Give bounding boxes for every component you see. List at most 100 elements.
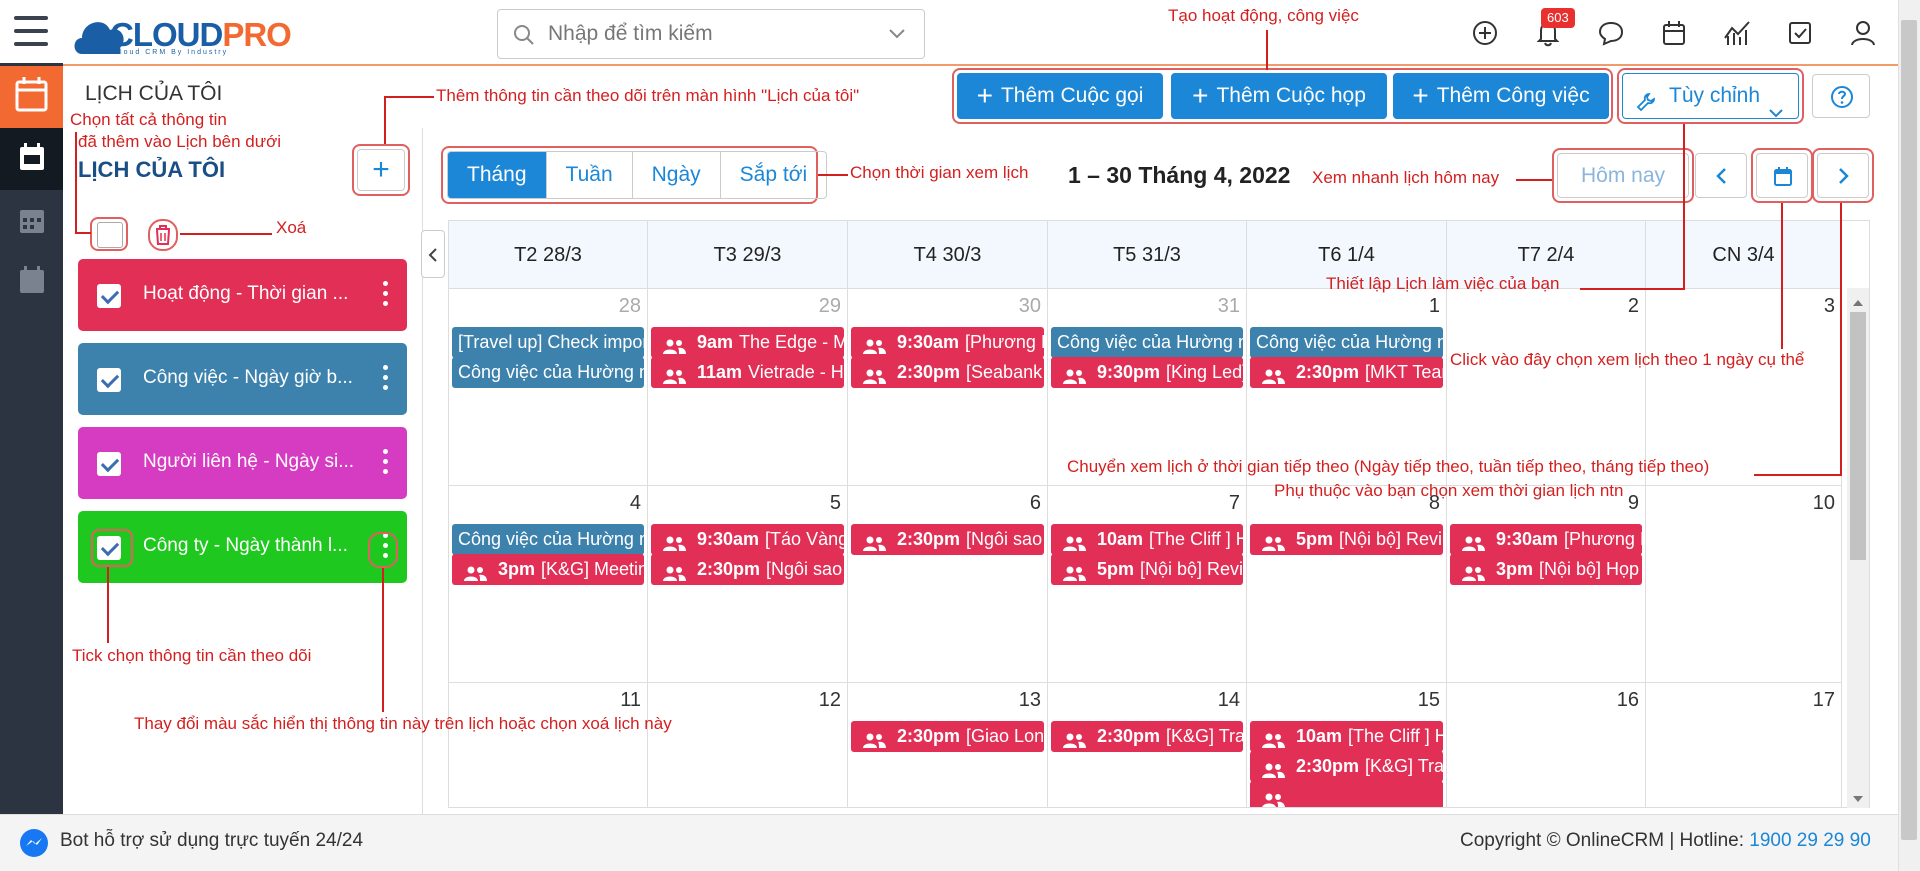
trash-icon[interactable]: [153, 224, 173, 251]
search-input[interactable]: [548, 10, 878, 58]
day-number[interactable]: 30: [1019, 295, 1041, 318]
meeting-event[interactable]: 9:30pm [King Led]: [1051, 357, 1243, 388]
support-bot-text[interactable]: Bot hỗ trợ sử dụng trực tuyến 24/24: [60, 830, 363, 852]
day-number[interactable]: 17: [1813, 689, 1835, 712]
meeting-event[interactable]: 10am [The Cliff ] H: [1051, 524, 1243, 555]
task-check-icon[interactable]: [1785, 18, 1815, 48]
day-number[interactable]: 10: [1813, 492, 1835, 515]
add-circle-icon[interactable]: [1470, 18, 1500, 48]
rail-my-calendar-icon[interactable]: [0, 128, 63, 190]
calendar-item-activity[interactable]: Hoạt động - Thời gian ...: [78, 259, 407, 331]
day-cell[interactable]: 6 2:30pm [Ngôi sao: [848, 486, 1048, 683]
meeting-event[interactable]: 2:30pm [Ngôi sao: [651, 554, 844, 585]
day-cell[interactable]: 15 10am [The Cliff ] H 2:30pm [K&G] Tra: [1247, 683, 1447, 807]
rail-calendar-grid-icon[interactable]: [0, 198, 63, 248]
day-cell[interactable]: 11: [449, 683, 648, 807]
day-number[interactable]: 14: [1218, 689, 1240, 712]
day-cell[interactable]: 4 Công việc của Hường n 3pm [K&G] Meetin: [449, 486, 648, 683]
task-event[interactable]: Công việc của Hường n: [1250, 327, 1443, 358]
day-number[interactable]: 3: [1824, 295, 1835, 318]
tab-upcoming[interactable]: Sắp tới: [721, 152, 826, 198]
add-task-button[interactable]: + Thêm Công việc: [1393, 73, 1609, 119]
more-vertical-icon[interactable]: [383, 281, 389, 309]
day-cell[interactable]: 28 [Travel up] Check impor Công việc của H…: [449, 289, 648, 486]
meeting-event[interactable]: 3pm [Nội bộ] Họp: [1450, 554, 1642, 585]
calendar-scrollbar-thumb[interactable]: [1850, 312, 1866, 560]
day-cell[interactable]: 16: [1447, 683, 1646, 807]
meeting-event[interactable]: 2:30pm [K&G] Tra: [1051, 721, 1243, 752]
day-number[interactable]: 13: [1019, 689, 1041, 712]
meeting-event[interactable]: [1250, 781, 1443, 807]
day-cell[interactable]: 7 10am [The Cliff ] H 5pm [Nội bộ] Revi: [1048, 486, 1247, 683]
date-picker-button[interactable]: [1756, 153, 1808, 198]
search-box[interactable]: [497, 9, 925, 59]
day-number[interactable]: 6: [1030, 492, 1041, 515]
day-number[interactable]: 12: [819, 689, 841, 712]
report-chart-icon[interactable]: [1722, 18, 1752, 48]
day-cell[interactable]: 29 9am The Edge - M 11am Vietrade - H: [648, 289, 848, 486]
calendar-item-checkbox[interactable]: [97, 368, 121, 392]
day-number[interactable]: 5: [830, 492, 841, 515]
next-button[interactable]: [1817, 153, 1869, 198]
meeting-event[interactable]: 9am The Edge - M: [651, 327, 844, 358]
day-number[interactable]: 1: [1429, 295, 1440, 318]
meeting-event[interactable]: 9:30am [Táo Vàng: [651, 524, 844, 555]
add-meeting-button[interactable]: + Thêm Cuộc họp: [1171, 73, 1387, 119]
task-event[interactable]: Công việc của Hường n: [452, 357, 644, 388]
collapse-panel-button[interactable]: [421, 230, 445, 278]
meeting-event[interactable]: 9:30am[Phương N: [851, 327, 1044, 358]
page-scrollbar-thumb[interactable]: [1901, 20, 1917, 840]
chevron-down-icon[interactable]: [888, 27, 906, 46]
calendar-item-checkbox[interactable]: [97, 452, 121, 476]
scroll-up-icon[interactable]: [1852, 294, 1864, 312]
day-cell[interactable]: 17: [1646, 683, 1842, 807]
more-vertical-icon[interactable]: [383, 449, 389, 477]
day-number[interactable]: 7: [1229, 492, 1240, 515]
scroll-down-icon[interactable]: [1852, 790, 1864, 808]
meeting-event[interactable]: 2:30pm [Ngôi sao: [851, 524, 1044, 555]
add-call-button[interactable]: + Thêm Cuộc gọi: [957, 73, 1163, 119]
meeting-event[interactable]: 2:30pm [MKT Tear: [1250, 357, 1443, 388]
hotline-link[interactable]: 1900 29 29 90: [1749, 830, 1871, 851]
rail-calendar-blank-icon[interactable]: [0, 258, 63, 308]
day-number[interactable]: 4: [630, 492, 641, 515]
day-number[interactable]: 2: [1628, 295, 1639, 318]
meeting-event[interactable]: 2:30pm [Giao Lon: [851, 721, 1044, 752]
day-cell[interactable]: 9 9:30am[Phương N3pm[Nội bộ] Họp: [1447, 486, 1646, 683]
meeting-event[interactable]: 9:30am[Phương N: [1450, 524, 1642, 555]
meeting-event[interactable]: 5pm [Nội bộ] Revi: [1250, 524, 1443, 555]
day-cell[interactable]: 10: [1646, 486, 1842, 683]
day-cell[interactable]: 13 2:30pm [Giao Lon: [848, 683, 1048, 807]
day-number[interactable]: 29: [819, 295, 841, 318]
day-cell[interactable]: 14 2:30pm [K&G] Tra: [1048, 683, 1247, 807]
day-cell[interactable]: 5 9:30am [Táo Vàng 2:30pm [Ngôi sao: [648, 486, 848, 683]
calendar-icon[interactable]: [1659, 18, 1689, 48]
day-cell[interactable]: 8 5pm [Nội bộ] Revi: [1247, 486, 1447, 683]
day-number[interactable]: 9: [1628, 492, 1639, 515]
tab-day[interactable]: Ngày: [633, 152, 721, 198]
today-button[interactable]: Hôm nay: [1557, 153, 1689, 198]
task-event[interactable]: Công việc của Hường n: [452, 524, 644, 555]
meeting-event[interactable]: 3pm [K&G] Meetin: [452, 554, 644, 585]
calendar-item-contact[interactable]: Người liên hệ - Ngày si...: [78, 427, 407, 499]
meeting-event[interactable]: 10am [The Cliff ] H: [1250, 721, 1443, 752]
help-button[interactable]: [1812, 74, 1870, 118]
tab-month[interactable]: Tháng: [448, 152, 547, 198]
tab-week[interactable]: Tuần: [547, 152, 633, 198]
user-icon[interactable]: [1848, 18, 1878, 48]
day-number[interactable]: 16: [1617, 689, 1639, 712]
menu-icon[interactable]: [0, 0, 63, 63]
customize-button[interactable]: Tùy chỉnh: [1622, 73, 1799, 119]
day-number[interactable]: 28: [619, 295, 641, 318]
messenger-icon[interactable]: [18, 827, 50, 864]
meeting-event[interactable]: 2:30pm [K&G] Tra: [1250, 751, 1443, 782]
calendar-item-task[interactable]: Công việc - Ngày giờ b...: [78, 343, 407, 415]
meeting-event[interactable]: 5pm [Nội bộ] Revi: [1051, 554, 1243, 585]
task-event[interactable]: [Travel up] Check impor: [452, 327, 644, 358]
calendar-item-checkbox[interactable]: [97, 284, 121, 308]
day-number[interactable]: 31: [1218, 295, 1240, 318]
day-number[interactable]: 11: [620, 689, 641, 712]
more-vertical-icon[interactable]: [383, 365, 389, 393]
meeting-event[interactable]: 2:30pm [Seabank: [851, 357, 1044, 388]
task-event[interactable]: Công việc của Hường n: [1051, 327, 1243, 358]
